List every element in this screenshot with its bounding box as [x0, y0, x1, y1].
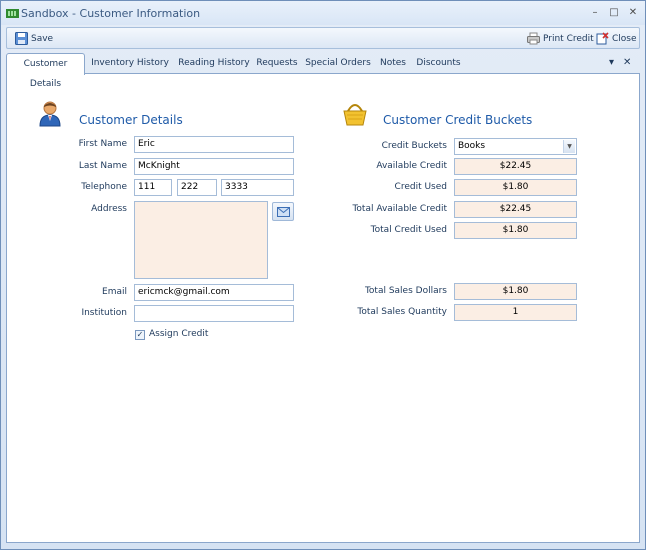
- total-sales-dollars-value: $1.80: [454, 283, 577, 300]
- credit-buckets-heading: Customer Credit Buckets: [383, 113, 533, 127]
- close-label: Close: [612, 33, 637, 44]
- total-credit-used-label: Total Credit Used: [370, 225, 447, 235]
- total-sales-quantity-label: Total Sales Quantity: [357, 307, 447, 317]
- address-lookup-button[interactable]: [272, 202, 294, 221]
- tab-discounts[interactable]: Discounts: [416, 55, 461, 74]
- tab-customer-details[interactable]: Customer Details: [6, 53, 85, 89]
- phone-line-field[interactable]: 3333: [221, 179, 294, 196]
- credit-used-value: $1.80: [454, 179, 577, 196]
- available-credit-value: $22.45: [454, 158, 577, 175]
- tab-reading-history[interactable]: Reading History: [177, 55, 251, 74]
- email-label: Email: [102, 287, 127, 297]
- close-door-icon: [596, 32, 609, 45]
- address-textarea[interactable]: [134, 201, 268, 279]
- credit-buckets-select[interactable]: Books ▼: [454, 138, 577, 155]
- total-available-credit-label: Total Available Credit: [352, 204, 447, 214]
- save-button[interactable]: Save: [15, 30, 53, 47]
- tab-inventory-history[interactable]: Inventory History: [90, 55, 170, 74]
- tab-strip: Customer Details Inventory History Readi…: [6, 52, 640, 89]
- tab-close-icon[interactable]: ✕: [623, 57, 631, 68]
- tab-requests[interactable]: Requests: [255, 55, 299, 74]
- address-label: Address: [91, 204, 127, 214]
- window-close-button[interactable]: ✕: [625, 5, 641, 21]
- tab-menu-icon[interactable]: ▾: [609, 57, 614, 68]
- bookshelf-icon: [6, 9, 19, 18]
- credit-buckets-label: Credit Buckets: [381, 141, 447, 151]
- last-name-field[interactable]: McKnight: [134, 158, 294, 175]
- last-name-label: Last Name: [78, 161, 127, 171]
- available-credit-label: Available Credit: [376, 161, 447, 171]
- save-icon: [15, 32, 28, 45]
- credit-buckets-value: Books: [458, 141, 486, 151]
- assign-credit-checkbox[interactable]: ✓: [135, 330, 145, 340]
- maximize-button[interactable]: □: [606, 5, 622, 21]
- window-title: Sandbox - Customer Information: [21, 7, 201, 20]
- close-button[interactable]: Close: [596, 30, 637, 47]
- telephone-label: Telephone: [81, 182, 127, 192]
- chevron-down-icon[interactable]: ▼: [563, 140, 575, 153]
- credit-used-label: Credit Used: [394, 182, 447, 192]
- phone-prefix-field[interactable]: 222: [177, 179, 217, 196]
- total-sales-dollars-label: Total Sales Dollars: [364, 286, 447, 296]
- email-field[interactable]: ericmck@gmail.com: [134, 284, 294, 301]
- first-name-field[interactable]: Eric: [134, 136, 294, 153]
- customer-person-icon: [39, 101, 61, 127]
- institution-label: Institution: [81, 308, 127, 318]
- institution-field[interactable]: [134, 305, 294, 322]
- toolbar: Save Print Credit Close: [6, 27, 640, 49]
- customer-information-window: Sandbox - Customer Information – □ ✕ Sav…: [0, 0, 646, 550]
- assign-credit-label: Assign Credit: [149, 329, 209, 339]
- total-sales-quantity-value: 1: [454, 304, 577, 321]
- first-name-label: First Name: [78, 139, 127, 149]
- tab-notes[interactable]: Notes: [378, 55, 408, 74]
- customer-details-heading: Customer Details: [79, 113, 183, 127]
- tab-special-orders[interactable]: Special Orders: [305, 55, 371, 74]
- print-credit-label: Print Credit: [543, 33, 594, 44]
- phone-area-code-field[interactable]: 111: [134, 179, 172, 196]
- total-available-credit-value: $22.45: [454, 201, 577, 218]
- printer-icon: [527, 32, 540, 45]
- envelope-icon: [277, 207, 290, 217]
- print-credit-button[interactable]: Print Credit: [527, 30, 594, 47]
- minimize-button[interactable]: –: [587, 5, 603, 21]
- title-bar: Sandbox - Customer Information – □ ✕: [1, 1, 645, 25]
- total-credit-used-value: $1.80: [454, 222, 577, 239]
- shopping-basket-icon: [343, 104, 367, 126]
- customer-details-panel: Customer Details First Name Eric Last Na…: [6, 73, 640, 543]
- save-label: Save: [31, 33, 54, 44]
